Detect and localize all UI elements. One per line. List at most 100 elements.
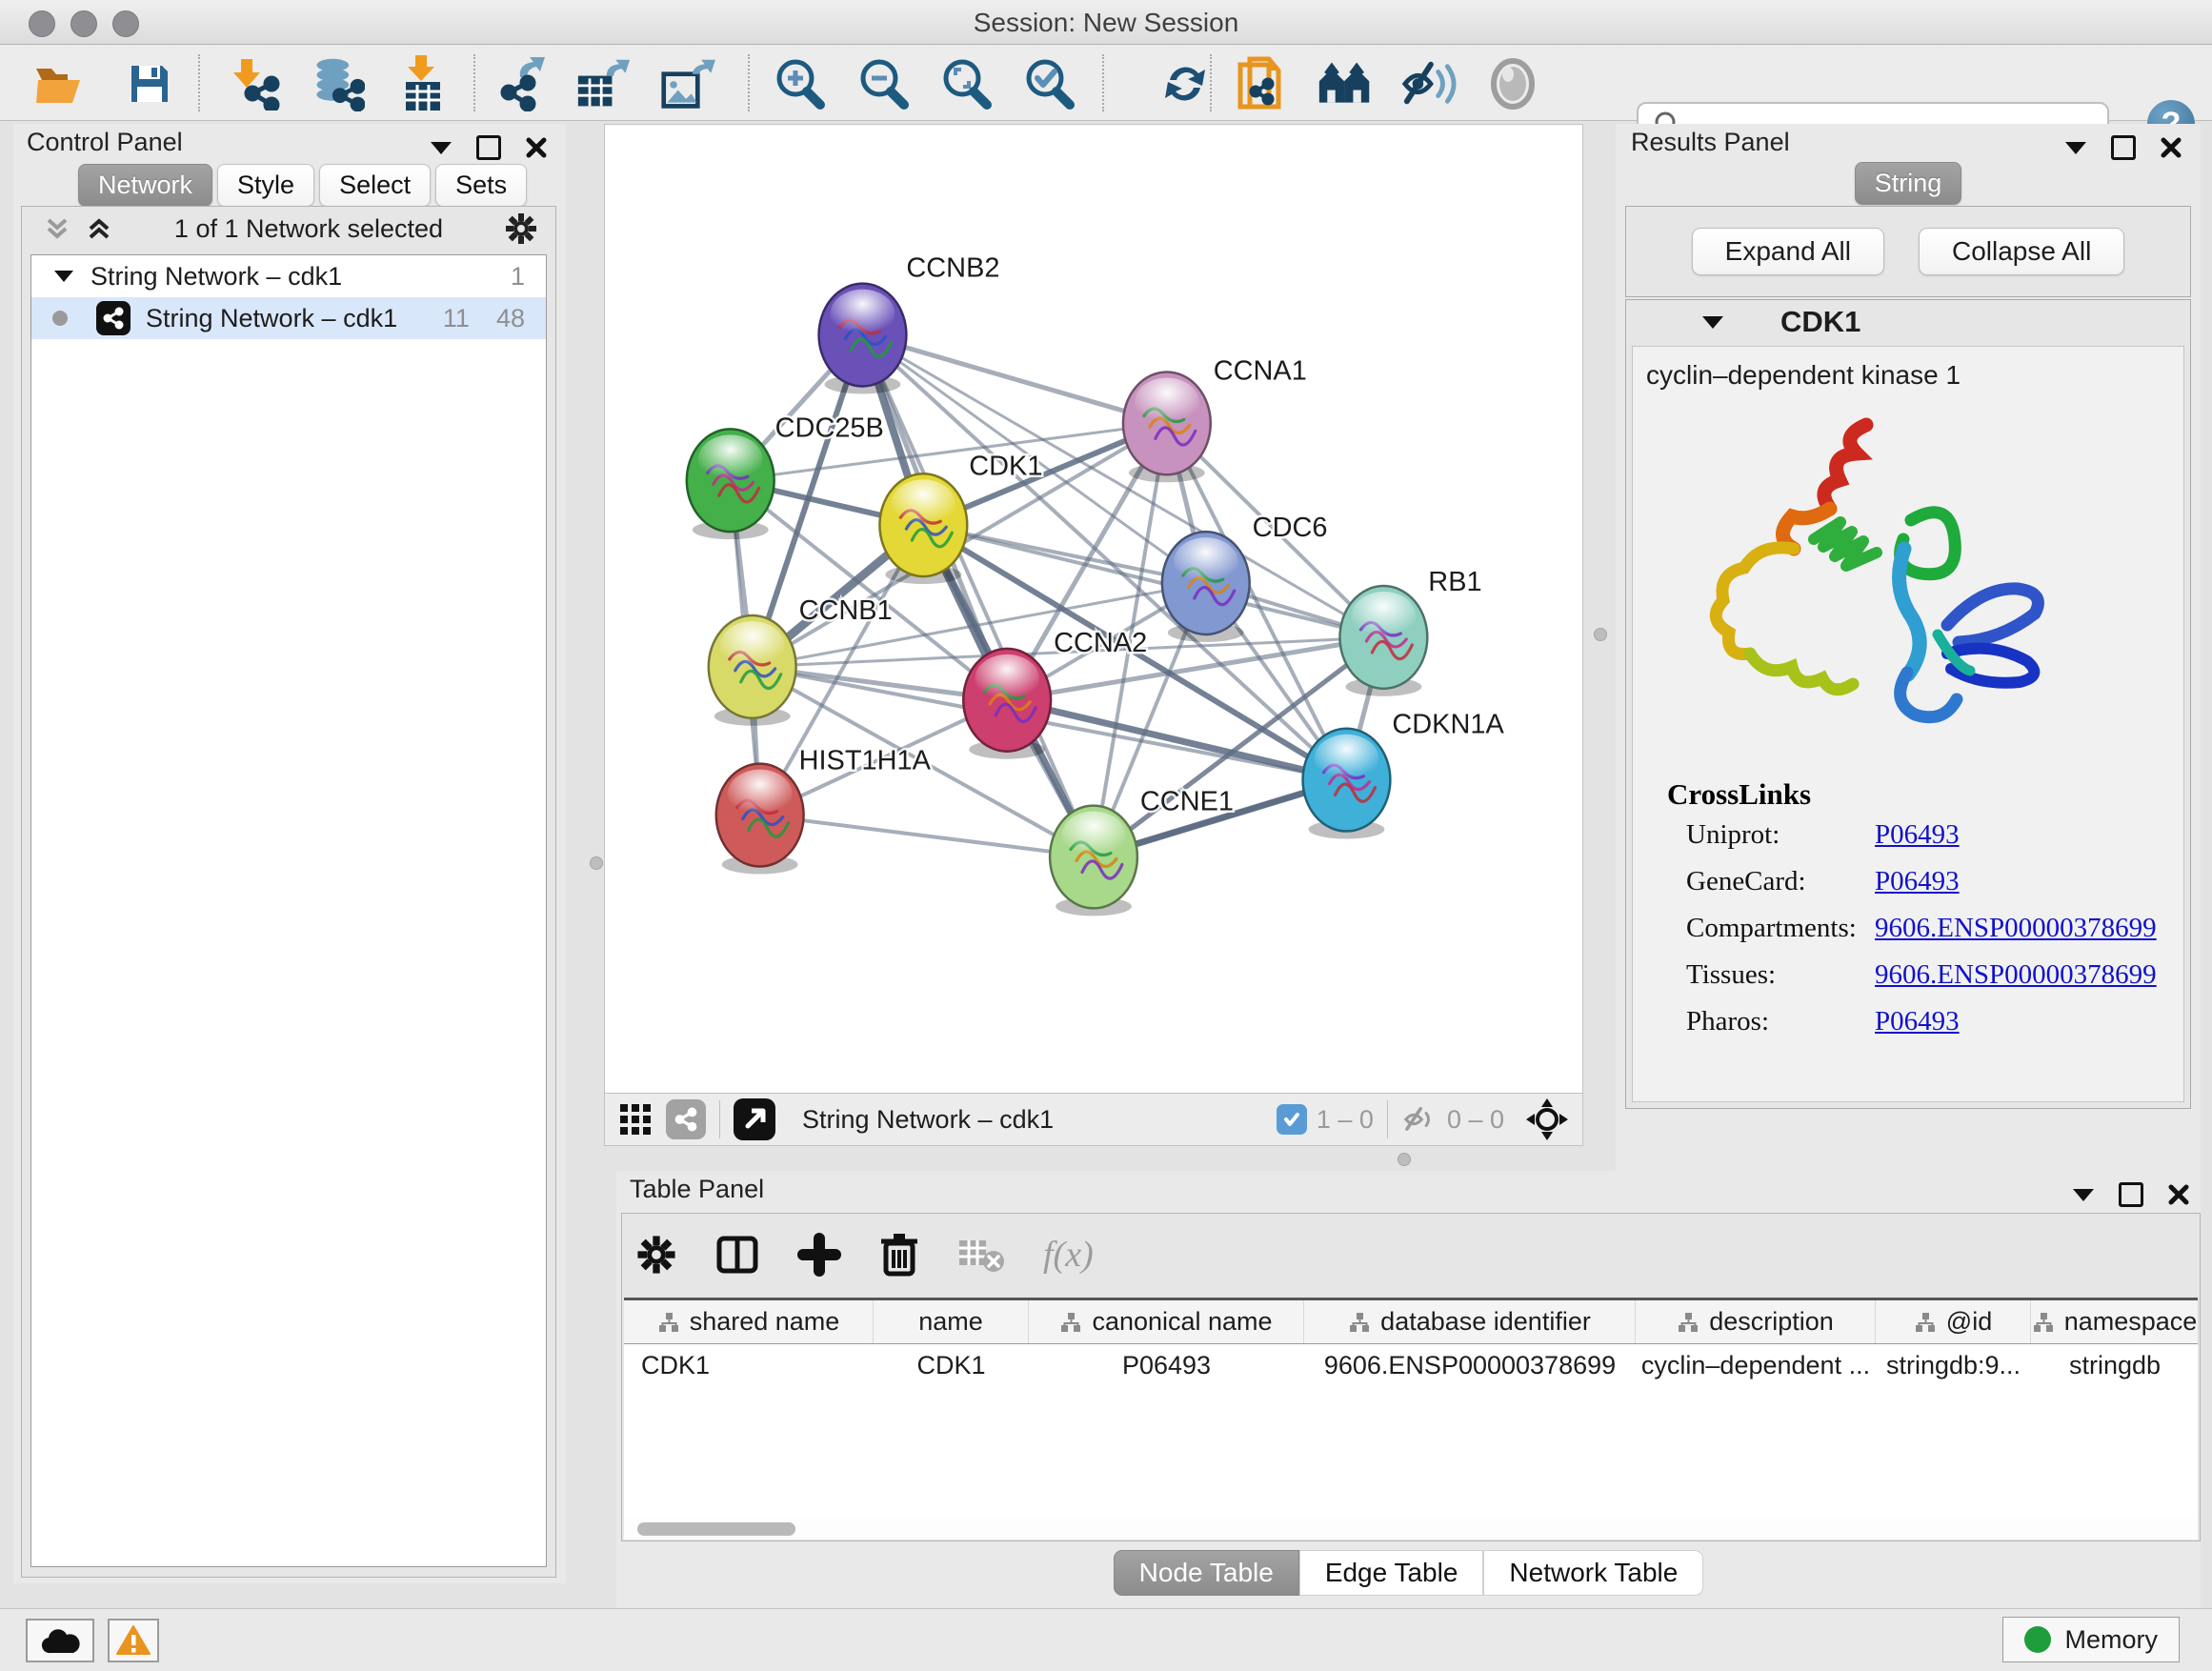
tab-edge-table[interactable]: Edge Table [1299,1550,1484,1596]
column-header-description[interactable]: description [1636,1300,1876,1343]
table-horizontal-scrollbar[interactable] [624,1519,2198,1540]
clipboard-network-icon[interactable] [1234,56,1289,111]
sphere-icon[interactable] [1485,56,1540,111]
import-table-icon[interactable] [395,56,451,111]
column-label: shared name [690,1307,840,1337]
zoom-out-icon[interactable] [855,56,911,111]
delete-column-icon[interactable] [879,1232,919,1278]
export-image-icon[interactable] [660,56,715,111]
close-panel-icon[interactable] [2161,137,2182,158]
network-type-icon [96,301,131,335]
collapse-all-icon[interactable] [43,214,71,243]
tab-string[interactable]: String [1855,162,1962,205]
expand-all-icon[interactable] [85,214,113,243]
table-cell[interactable]: CDK1 [874,1344,1029,1386]
selected-checkbox-icon[interactable] [1277,1104,1307,1135]
import-network-database-icon[interactable] [310,56,365,111]
cloud-button[interactable] [26,1619,94,1662]
scrollbar-thumb[interactable] [637,1522,795,1536]
results-panel-window-icons [2065,135,2182,160]
collection-expander-icon[interactable] [54,271,73,282]
gene-expander-icon[interactable] [1702,316,1723,329]
column-header-database-identifier[interactable]: database identifier [1304,1300,1636,1343]
show-columns-icon[interactable] [715,1233,759,1277]
zoom-fit-icon[interactable] [938,56,994,111]
network-share-icon[interactable] [666,1099,706,1139]
network-canvas[interactable]: CCNB2CCNA1CDC25BCDK1CDC6RB1CCNB1CCNA2CDK… [604,124,1583,1094]
crosslink-row: Compartments:9606.ENSP00000378699 [1686,913,2183,944]
network-row-selected[interactable]: String Network – cdk1 11 48 [31,297,546,339]
float-panel-icon[interactable] [2065,142,2086,154]
network-collection-row[interactable]: String Network – cdk1 1 [31,255,546,297]
delete-table-icon[interactable] [957,1235,1005,1275]
column-label: database identifier [1380,1307,1591,1337]
column-header-shared-name[interactable]: shared name [624,1300,874,1343]
bottom-splitter-grip[interactable] [1398,1153,1411,1166]
table-cell[interactable]: cyclin–dependent ... [1636,1344,1876,1386]
close-panel-icon[interactable] [2168,1184,2189,1205]
tab-network[interactable]: Network [78,164,212,207]
table-cell[interactable]: P06493 [1029,1344,1304,1386]
left-splitter-grip[interactable] [590,856,603,870]
export-table-icon[interactable] [576,56,632,111]
grid-view-icon[interactable] [618,1102,653,1137]
collapse-all-button[interactable]: Collapse All [1919,228,2124,275]
export-network-icon[interactable] [495,56,551,111]
network-node-HIST1H1A [716,764,804,875]
network-node-CCNB1 [709,615,796,726]
tab-sets[interactable]: Sets [435,164,527,207]
save-session-icon[interactable] [122,56,177,111]
memory-button[interactable]: Memory [2002,1617,2180,1662]
zoom-selected-icon[interactable] [1021,56,1076,111]
gene-header[interactable]: CDK1 [1626,300,2190,344]
tab-node-table[interactable]: Node Table [1114,1550,1299,1596]
right-splitter-grip[interactable] [1594,628,1607,641]
crosslink-link[interactable]: 9606.ENSP00000378699 [1875,959,2157,991]
open-session-icon[interactable] [32,56,88,111]
close-panel-icon[interactable] [526,137,547,158]
crosslink-link[interactable]: 9606.ENSP00000378699 [1875,913,2157,944]
network-edge-count: 48 [496,304,525,333]
birdseye-view-icon[interactable] [734,1098,775,1140]
hidden-eye-icon[interactable] [1401,1104,1438,1135]
column-header--id[interactable]: @id [1876,1300,2031,1343]
string-home-icon[interactable] [1317,56,1373,111]
crosslink-link[interactable]: P06493 [1875,866,1960,897]
tab-select[interactable]: Select [319,164,431,207]
refresh-icon[interactable] [1157,56,1213,111]
float-panel-icon[interactable] [431,142,452,154]
tab-network-table[interactable]: Network Table [1483,1550,1703,1596]
column-header-namespace[interactable]: namespace [2031,1300,2199,1343]
warnings-button[interactable] [108,1619,159,1662]
control-panel-tabs: Network Style Select Sets [78,164,527,207]
attribute-tree-icon [1677,1311,1699,1334]
column-header-canonical-name[interactable]: canonical name [1029,1300,1304,1343]
zoom-in-icon[interactable] [772,56,827,111]
function-builder-icon[interactable]: f(x) [1043,1234,1094,1276]
svg-text:CDC6: CDC6 [1253,513,1328,543]
expand-all-button[interactable]: Expand All [1692,228,1884,275]
crosslink-link[interactable]: P06493 [1875,1006,1960,1037]
column-header-name[interactable]: name [874,1300,1029,1343]
add-column-icon[interactable] [797,1233,841,1277]
fit-content-crosshair-icon[interactable] [1525,1097,1569,1141]
crosslink-link[interactable]: P06493 [1875,819,1960,851]
table-cell[interactable]: stringdb [2031,1344,2199,1386]
table-settings-icon[interactable] [635,1234,677,1276]
import-network-file-icon[interactable] [229,56,284,111]
maximize-panel-icon[interactable] [2119,1182,2143,1207]
attribute-tree-icon [2032,1311,2055,1334]
table-cell[interactable]: 9606.ENSP00000378699 [1304,1344,1636,1386]
maximize-panel-icon[interactable] [2111,135,2136,160]
network-graph[interactable]: CCNB2CCNA1CDC25BCDK1CDC6RB1CCNB1CCNA2CDK… [605,125,1582,1093]
hide-labels-icon[interactable] [1401,56,1457,111]
table-cell[interactable]: stringdb:9... [1876,1344,2031,1386]
table-row[interactable]: CDK1CDK1P064939606.ENSP00000378699cyclin… [624,1344,2198,1386]
float-panel-icon[interactable] [2073,1189,2094,1201]
window-status-bar: Memory [0,1608,2212,1671]
gene-details: cyclin–dependent kinase 1 [1632,346,2184,1102]
maximize-panel-icon[interactable] [476,135,501,160]
table-cell[interactable]: CDK1 [624,1344,874,1386]
network-options-gear-icon[interactable] [504,211,538,246]
tab-style[interactable]: Style [217,164,314,207]
